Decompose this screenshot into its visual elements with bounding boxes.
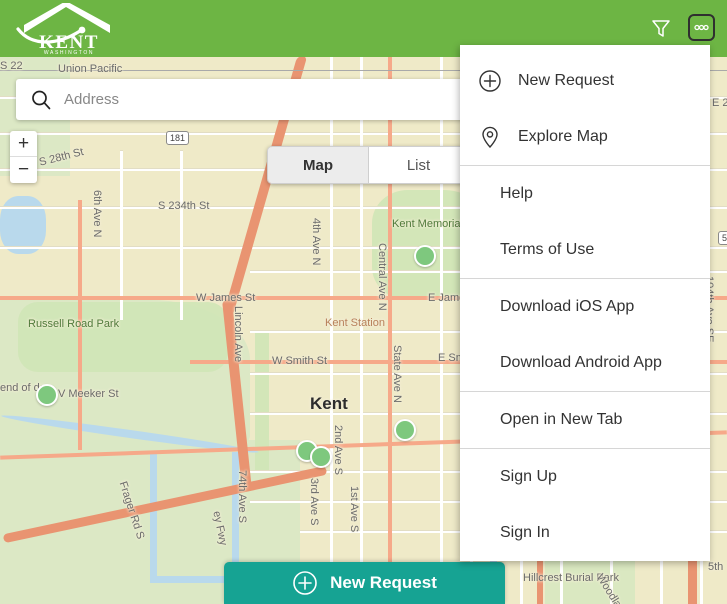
map-highway-shield: 181	[166, 131, 190, 145]
menu-item-help[interactable]: Help	[460, 166, 710, 222]
map-road	[120, 150, 123, 320]
address-search-bar[interactable]	[16, 79, 536, 120]
map-label: 2nd Ave S	[332, 425, 344, 475]
menu-item-label: Open in New Tab	[500, 411, 623, 428]
new-request-button[interactable]: New Request	[224, 562, 505, 604]
map-request-marker[interactable]	[414, 245, 436, 267]
map-road	[180, 150, 183, 320]
new-request-button-label: New Request	[330, 573, 437, 592]
more-options-icon[interactable]	[688, 14, 715, 41]
map-label: W James St	[196, 292, 256, 304]
zoom-out-button[interactable]: −	[10, 157, 37, 183]
menu-item-label: Sign Up	[500, 468, 557, 485]
map-label: 3rd Ave S	[308, 478, 320, 526]
menu-item-label: Sign In	[500, 524, 550, 541]
map-label: State Ave N	[391, 345, 403, 403]
map-arterial	[388, 56, 392, 604]
menu-item-label: Terms of Use	[500, 241, 595, 258]
header-actions	[647, 14, 715, 41]
map-label: Union Pacific	[58, 63, 123, 75]
map-label: Central Ave N	[376, 243, 388, 311]
map-request-marker[interactable]	[310, 446, 332, 468]
menu-item-sign-up[interactable]: Sign Up	[460, 449, 710, 505]
map-label: S 234th St	[158, 200, 210, 212]
menu-item-open-in-new-tab[interactable]: Open in New Tab	[460, 392, 710, 448]
tab-map[interactable]: Map	[268, 147, 368, 183]
map-label: Kent	[310, 394, 348, 413]
svg-text:WASHINGTON: WASHINGTON	[44, 50, 94, 55]
map-label: S 22	[0, 60, 23, 72]
menu-item-download-android-app[interactable]: Download Android App	[460, 335, 710, 391]
map-label: W Smith St	[272, 355, 328, 367]
map-request-marker[interactable]	[394, 419, 416, 441]
more-options-menu[interactable]: New Request Explore Map Help Terms of Us…	[460, 45, 710, 561]
map-highway-shield: 5	[718, 231, 727, 245]
menu-item-download-ios-app[interactable]: Download iOS App	[460, 279, 710, 335]
map-label: Russell Road Park	[28, 318, 120, 330]
map-road	[440, 56, 443, 604]
map-label: 6th Ave N	[91, 190, 103, 238]
menu-item-terms-of-use[interactable]: Terms of Use	[460, 222, 710, 278]
menu-item-explore-map[interactable]: Explore Map	[460, 109, 710, 165]
menu-item-label: Download iOS App	[500, 298, 635, 315]
menu-item-new-request[interactable]: New Request	[460, 53, 710, 109]
app-root: S 22 Union Pacific S 28th St 181 S 234th St 6…	[0, 0, 727, 604]
map-pin-icon	[478, 125, 504, 149]
map-label: V Meeker St	[58, 388, 119, 400]
map-label: Lincoln Ave	[232, 306, 244, 363]
plus-circle-icon	[292, 570, 318, 596]
map-label: Kent Station	[325, 317, 385, 329]
map-label: 1st Ave S	[348, 486, 360, 533]
kent-washington-logo[interactable]: KENT WASHINGTON	[14, 1, 124, 60]
map-label: 4th Ave N	[310, 218, 322, 266]
search-icon	[16, 89, 64, 111]
map-water	[150, 452, 157, 582]
map-label: 5th	[708, 561, 724, 573]
menu-item-label: Help	[500, 185, 533, 202]
menu-item-sign-in[interactable]: Sign In	[460, 505, 710, 561]
plus-circle-icon	[478, 69, 504, 93]
menu-item-label: Download Android App	[500, 354, 662, 371]
tab-list[interactable]: List	[368, 147, 468, 183]
menu-item-label: Explore Map	[518, 128, 608, 145]
map-label: 74th Ave S	[236, 470, 248, 524]
map-label: E 2	[712, 97, 727, 109]
map-road	[330, 56, 333, 604]
map-list-toggle[interactable]: Map List	[267, 146, 469, 184]
menu-item-label: New Request	[518, 72, 615, 89]
map-request-marker[interactable]	[36, 384, 58, 406]
map-road	[360, 56, 363, 604]
zoom-in-button[interactable]: +	[10, 131, 37, 157]
zoom-controls[interactable]: + −	[10, 131, 37, 183]
filter-funnel-icon[interactable]	[647, 14, 674, 41]
